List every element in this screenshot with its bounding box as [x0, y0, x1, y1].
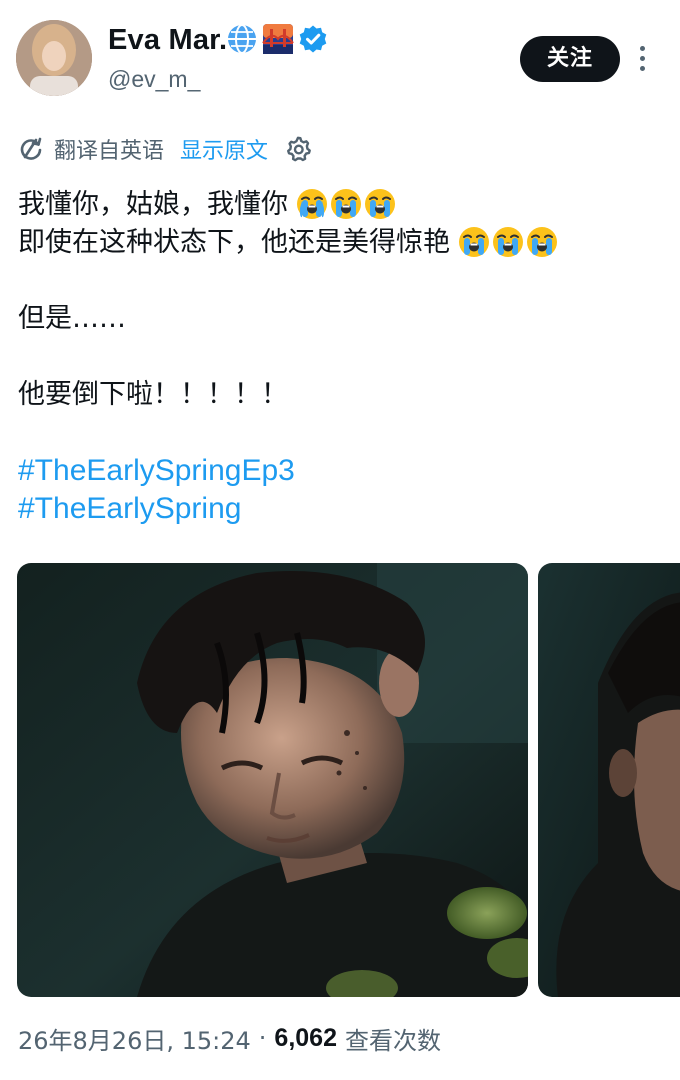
gear-icon[interactable] — [284, 135, 312, 163]
translation-label: 翻译自英语 — [54, 139, 165, 164]
tweet-line: 但是…… — [18, 303, 126, 334]
timestamp[interactable]: 26年8月26日, 15:24 — [18, 1021, 251, 1056]
tweet-line: 他要倒下啦！！！！！ — [18, 379, 288, 410]
media-image[interactable] — [538, 563, 680, 997]
globe-icon — [226, 23, 258, 59]
hashtag-link[interactable]: #TheEarlySpringEp3 — [18, 452, 668, 490]
more-vertical-icon[interactable] — [630, 40, 654, 76]
loudly-crying-face-icon — [297, 189, 327, 219]
verified-badge-icon — [298, 24, 328, 58]
avatar[interactable] — [16, 20, 92, 96]
translate-icon — [20, 137, 42, 160]
loudly-crying-face-icon — [493, 227, 523, 257]
show-original-link[interactable]: 显示原文 — [180, 133, 268, 165]
view-count: 6,062 — [274, 1023, 337, 1052]
view-count-label: 查看次数 — [344, 1026, 441, 1055]
loudly-crying-face-icon — [365, 189, 395, 219]
emoji-group — [296, 188, 396, 220]
name-badges — [226, 24, 328, 58]
tweet-line-text: 即使在这种状态下，他还是美得惊艳 — [18, 227, 450, 258]
tweet-line-text: 我懂你，姑娘，我懂你 — [18, 189, 288, 220]
hashtag-link[interactable]: #TheEarlySpring — [18, 490, 668, 528]
loudly-crying-face-icon — [459, 227, 489, 257]
author-handle[interactable]: @ev_m_ — [108, 64, 200, 94]
tweet-line: 我懂你，姑娘，我懂你 — [18, 186, 668, 224]
media-image[interactable] — [17, 563, 528, 997]
follow-button[interactable]: 关注 — [520, 36, 620, 82]
emoji-group — [458, 226, 558, 258]
tweet-meta: 26年8月26日, 15:24 · 6,062 查看次数 — [18, 1020, 441, 1056]
loudly-crying-face-icon — [527, 227, 557, 257]
loudly-crying-face-icon — [331, 189, 361, 219]
tweet-text: 我懂你，姑娘，我懂你 即使在这种状态下，他还是美得惊艳 但是…… 他要倒下啦！！… — [18, 186, 668, 528]
bridge-emoji-icon — [262, 23, 294, 59]
display-name[interactable]: Eva Mar. — [108, 22, 227, 58]
translation-row: 翻译自英语 显示原文 — [18, 132, 312, 166]
tweet-line: 即使在这种状态下，他还是美得惊艳 — [18, 224, 668, 262]
meta-separator: · — [258, 1024, 267, 1052]
